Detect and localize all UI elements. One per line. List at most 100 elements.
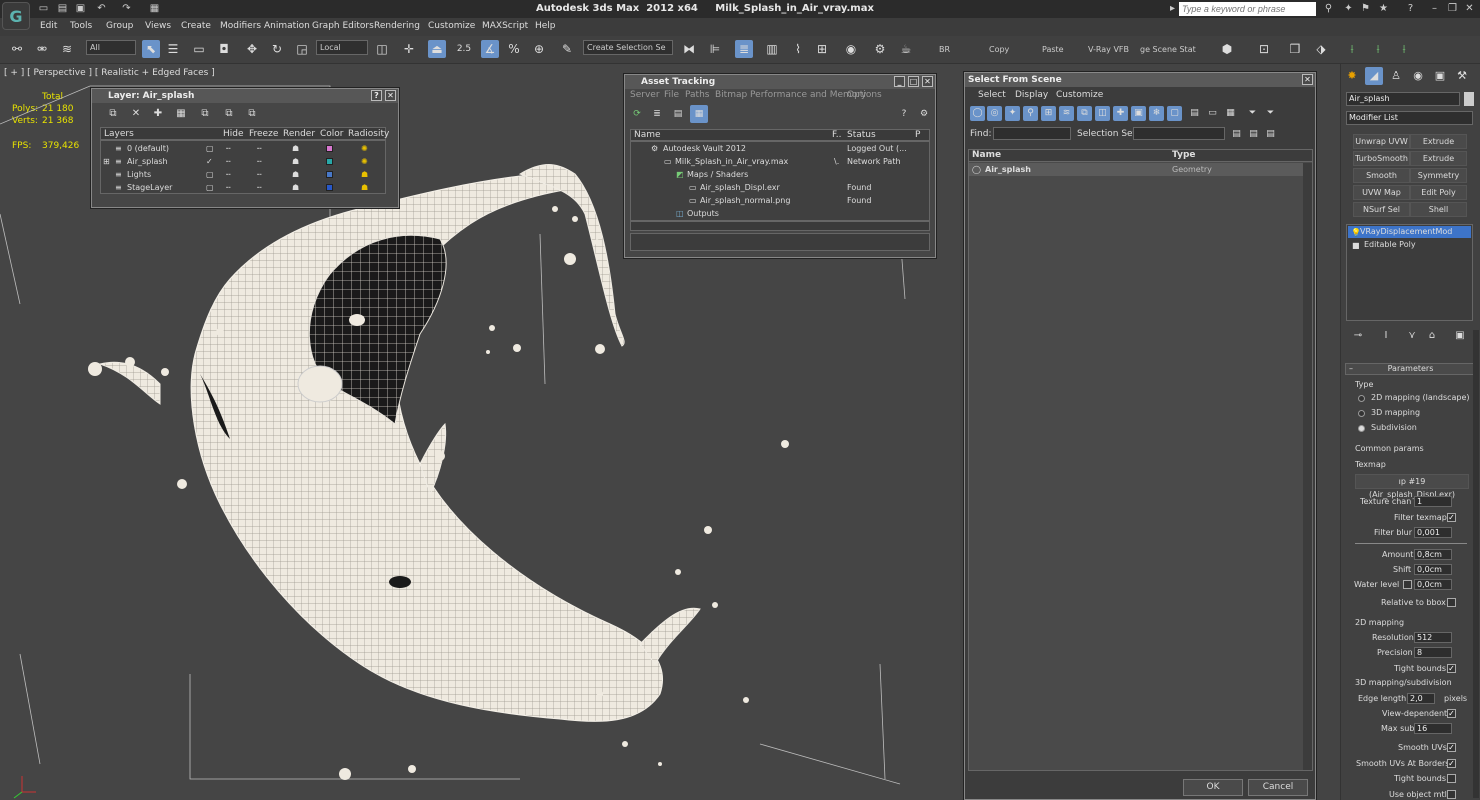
- pin-stack-icon[interactable]: ⊸: [1349, 327, 1367, 345]
- edit-poly-button[interactable]: Edit Poly: [1410, 185, 1467, 200]
- layer-current-icon[interactable]: ▢: [206, 142, 214, 155]
- motion-tab-icon[interactable]: ◉: [1409, 67, 1427, 85]
- cancel-button[interactable]: Cancel: [1248, 779, 1308, 796]
- menu-modifiers[interactable]: Modifiers: [220, 21, 261, 31]
- layer-close-button[interactable]: ✕: [385, 90, 396, 101]
- hide-toggle[interactable]: ╌: [226, 142, 231, 155]
- snaps-toggle[interactable]: 2.5: [455, 40, 473, 58]
- layer-color-swatch[interactable]: [326, 158, 333, 165]
- max-subdivs-spinner[interactable]: 16: [1414, 723, 1452, 734]
- display-invert-icon[interactable]: ▦: [1223, 106, 1238, 121]
- asset-menu-file[interactable]: File: [664, 89, 679, 102]
- axis-tool-y-icon[interactable]: ⟊: [1369, 40, 1387, 58]
- asset-menu-server[interactable]: Server: [630, 89, 660, 102]
- select-rotate-icon[interactable]: ↻: [268, 40, 286, 58]
- hide-toggle[interactable]: ╌: [226, 168, 231, 181]
- shell-button[interactable]: Shell: [1410, 202, 1467, 217]
- smooth-uvs-checkbox[interactable]: ✓: [1447, 743, 1456, 752]
- asset-minimize-button[interactable]: _: [894, 76, 905, 87]
- list-view-icon[interactable]: ≣: [648, 105, 666, 123]
- stack-item-editable-poly[interactable]: Editable Poly: [1348, 239, 1471, 251]
- named-selection-set-input[interactable]: Create Selection Se: [583, 40, 673, 55]
- filter-spacewarps-icon[interactable]: ≋: [1059, 106, 1074, 121]
- render-toggle-icon[interactable]: ☗: [292, 142, 299, 155]
- freeze-all-layers-icon[interactable]: ⧉: [243, 105, 261, 123]
- menu-customize[interactable]: Customize: [428, 21, 475, 31]
- rectangular-selection-icon[interactable]: ▭: [190, 40, 208, 58]
- highlight-layer-icon[interactable]: ⧉: [196, 105, 214, 123]
- texture-chan-spinner[interactable]: 1: [1414, 496, 1452, 507]
- sel-icon-2[interactable]: ▤: [1246, 125, 1261, 140]
- select-menu-select[interactable]: Select: [978, 89, 1006, 102]
- spinner-snap-icon[interactable]: ⊕: [530, 40, 548, 58]
- window-crossing-icon[interactable]: ◘: [215, 40, 233, 58]
- layer-current-check-icon[interactable]: ✓: [206, 155, 213, 168]
- viewport-layout-icon[interactable]: ⊡: [1255, 40, 1273, 58]
- layer-row[interactable]: ≡ 0 (default) ▢ ╌ ╌ ☗ ✺: [101, 142, 385, 155]
- select-move-icon[interactable]: ✥: [243, 40, 261, 58]
- layer-row[interactable]: ≡ StageLayer ▢ ╌ ╌ ☗ ☗: [101, 181, 385, 194]
- unwrap-uvw-button[interactable]: Unwrap UVW: [1353, 134, 1410, 149]
- stack-item-vray-displacement[interactable]: VRayDisplacementMod: [1348, 226, 1471, 238]
- favorites-icon[interactable]: ★: [1377, 3, 1390, 15]
- app-logo-icon[interactable]: G: [2, 2, 30, 30]
- render-teapot-icon[interactable]: ☕: [897, 40, 915, 58]
- copy-button[interactable]: Copy: [989, 45, 1009, 54]
- layer-manager-icon[interactable]: ≣: [735, 40, 753, 58]
- asset-options-icon[interactable]: ⚙: [915, 105, 933, 123]
- display-all-icon[interactable]: ▤: [1187, 106, 1202, 121]
- tight-bounds-3d-checkbox[interactable]: [1447, 774, 1456, 783]
- sel-icon-3[interactable]: ▤: [1263, 125, 1278, 140]
- br-button[interactable]: BR: [939, 45, 950, 54]
- project-folder-icon[interactable]: ▦: [148, 2, 161, 15]
- radio-3d-mapping[interactable]: [1358, 410, 1365, 417]
- freeze-toggle[interactable]: ╌: [257, 142, 262, 155]
- graphite-ribbon-icon[interactable]: ▥: [763, 40, 781, 58]
- layer-color-swatch[interactable]: [326, 184, 333, 191]
- refresh-icon[interactable]: ⟳: [628, 105, 646, 123]
- asset-menu-paths[interactable]: Paths: [685, 89, 709, 102]
- add-to-layer-icon[interactable]: ✚: [149, 105, 167, 123]
- delete-layer-icon[interactable]: ✕: [127, 105, 145, 123]
- render-toggle-icon[interactable]: ☗: [292, 181, 299, 194]
- asset-help-icon[interactable]: ?: [895, 105, 913, 123]
- undo-icon[interactable]: ↶: [95, 2, 108, 15]
- asset-hscrollbar[interactable]: [630, 221, 930, 231]
- radio-subdivision[interactable]: [1358, 425, 1365, 432]
- redo-icon[interactable]: ↷: [120, 2, 133, 15]
- paste-button[interactable]: Paste: [1042, 45, 1064, 54]
- remove-modifier-icon[interactable]: ⌂: [1423, 327, 1441, 345]
- select-menu-customize[interactable]: Customize: [1056, 89, 1103, 102]
- edit-named-selection-icon[interactable]: ✎: [558, 40, 576, 58]
- water-level-checkbox[interactable]: [1403, 580, 1412, 589]
- mirror-icon[interactable]: ⧓: [680, 40, 698, 58]
- render-toggle-icon[interactable]: ☗: [292, 168, 299, 181]
- modifier-list-dropdown[interactable]: Modifier List: [1346, 111, 1473, 125]
- perspective-viewport[interactable]: [ + ] [ Perspective ] [ Realistic + Edge…: [0, 64, 960, 800]
- asset-menu-bitmap[interactable]: Bitmap Performance and Memory: [715, 89, 866, 102]
- menu-maxscript[interactable]: MAXScript: [482, 21, 528, 31]
- filter-options-icon[interactable]: ⏷: [1263, 106, 1278, 121]
- layer-row[interactable]: ⊞ ≡ Air_splash ✓ ╌ ╌ ☗ ✺: [101, 155, 385, 168]
- subscription-icon[interactable]: ✦: [1342, 3, 1355, 15]
- find-input[interactable]: [993, 127, 1071, 140]
- relative-bbox-checkbox[interactable]: [1447, 598, 1456, 607]
- unlink-icon[interactable]: ⚮: [33, 40, 51, 58]
- angle-snap-icon[interactable]: ∡: [481, 40, 499, 58]
- menu-create[interactable]: Create: [181, 21, 211, 31]
- layer-current-icon[interactable]: ▢: [206, 181, 214, 194]
- hide-toggle[interactable]: ╌: [226, 155, 231, 168]
- select-by-name-icon[interactable]: ☰: [164, 40, 182, 58]
- filter-helpers-icon[interactable]: ⊞: [1041, 106, 1056, 121]
- open-file-icon[interactable]: ▤: [56, 2, 69, 15]
- hierarchy-tab-icon[interactable]: ♙: [1387, 67, 1405, 85]
- radiosity-icon[interactable]: ✺: [361, 142, 368, 155]
- new-file-icon[interactable]: ▭: [37, 2, 50, 15]
- extrude-button-2[interactable]: Extrude: [1410, 151, 1467, 166]
- turbosmooth-button[interactable]: TurboSmooth: [1353, 151, 1410, 166]
- smooth-button[interactable]: Smooth: [1353, 168, 1410, 183]
- select-manipulate-icon[interactable]: ✛: [400, 40, 418, 58]
- radiosity-icon[interactable]: ☗: [361, 181, 368, 194]
- search-arrow-icon[interactable]: ▸: [1166, 3, 1179, 15]
- parameters-rollout[interactable]: – Parameters: [1345, 363, 1476, 375]
